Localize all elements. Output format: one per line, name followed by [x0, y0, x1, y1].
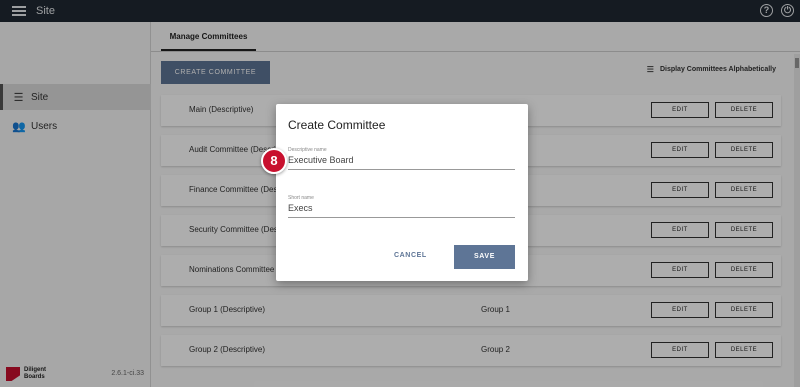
cancel-button[interactable]: CANCEL — [394, 252, 427, 259]
descriptive-name-field: Descriptive name — [288, 147, 515, 170]
step-number-badge: 8 — [261, 148, 287, 174]
save-button[interactable]: SAVE — [454, 245, 515, 269]
dialog-title: Create Committee — [288, 118, 386, 132]
short-name-input[interactable] — [288, 201, 515, 217]
create-committee-dialog: Create Committee Descriptive name Short … — [276, 104, 528, 281]
short-name-field: Short name — [288, 195, 515, 218]
descriptive-name-input[interactable] — [288, 153, 515, 169]
